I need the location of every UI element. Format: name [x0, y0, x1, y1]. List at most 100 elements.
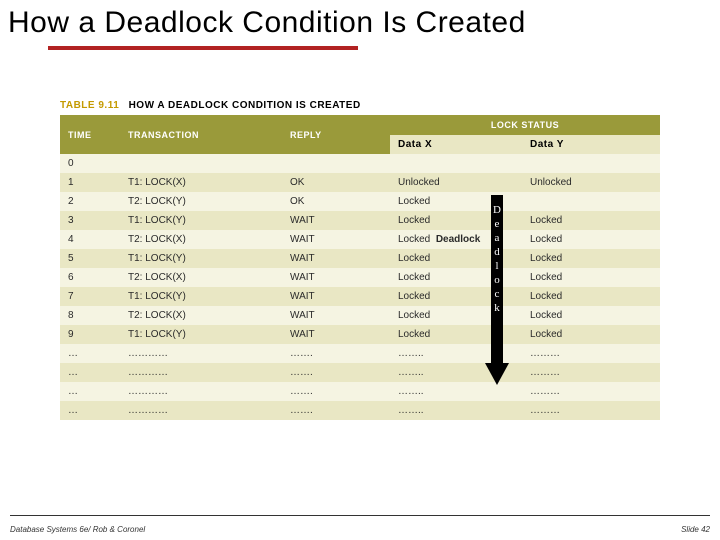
cell-transaction: …………	[120, 363, 282, 382]
table-row: 6T2: LOCK(X)WAITLockedLocked	[60, 268, 660, 287]
cell-lock-x: ……..	[390, 363, 522, 382]
cell-transaction: T2: LOCK(X)	[120, 268, 282, 287]
cell-lock-x: Locked	[390, 306, 522, 325]
col-reply: REPLY	[282, 115, 390, 154]
cell-transaction: T1: LOCK(Y)	[120, 325, 282, 344]
cell-time: 5	[60, 249, 120, 268]
slide-footer: Database Systems 6e/ Rob & Coronel Slide…	[0, 525, 720, 534]
cell-time: …	[60, 382, 120, 401]
cell-time: …	[60, 363, 120, 382]
cell-time: 1	[60, 173, 120, 192]
cell-lock-x: Locked	[390, 192, 522, 211]
cell-transaction	[120, 154, 282, 173]
cell-reply: …….	[282, 344, 390, 363]
table-row: 0	[60, 154, 660, 173]
cell-lock-x: Unlocked	[390, 173, 522, 192]
slide-title: How a Deadlock Condition Is Created	[0, 0, 720, 42]
cell-transaction: …………	[120, 344, 282, 363]
cell-time: …	[60, 344, 120, 363]
table-number: TABLE 9.11	[60, 100, 119, 111]
footer-left: Database Systems 6e/ Rob & Coronel	[10, 525, 145, 534]
cell-time: 6	[60, 268, 120, 287]
cell-reply: …….	[282, 363, 390, 382]
cell-time: 3	[60, 211, 120, 230]
table-row: ………………….……..………	[60, 363, 660, 382]
cell-lock-y: Locked	[522, 211, 660, 230]
cell-lock-y: Unlocked	[522, 173, 660, 192]
cell-reply: …….	[282, 382, 390, 401]
cell-transaction: T2: LOCK(X)	[120, 230, 282, 249]
table-row: 7T1: LOCK(Y)WAITLockedLocked	[60, 287, 660, 306]
cell-lock-x: Locked Deadlock	[390, 230, 522, 249]
table-caption-text: HOW A DEADLOCK CONDITION IS CREATED	[129, 100, 361, 111]
cell-lock-x: ……..	[390, 382, 522, 401]
cell-lock-y: ………	[522, 382, 660, 401]
cell-time: 4	[60, 230, 120, 249]
header-row-1: TIME TRANSACTION REPLY LOCK STATUS	[60, 115, 660, 135]
col-datay: Data Y	[522, 135, 660, 154]
cell-reply: WAIT	[282, 230, 390, 249]
footer-right: Slide 42	[681, 525, 710, 534]
cell-lock-x: Locked	[390, 249, 522, 268]
cell-reply: WAIT	[282, 211, 390, 230]
cell-transaction: T2: LOCK(Y)	[120, 192, 282, 211]
cell-transaction: T1: LOCK(Y)	[120, 287, 282, 306]
cell-lock-y: Locked	[522, 249, 660, 268]
deadlock-table: TIME TRANSACTION REPLY LOCK STATUS Data …	[60, 115, 660, 420]
cell-transaction: …………	[120, 382, 282, 401]
cell-time: 2	[60, 192, 120, 211]
table-row: 3T1: LOCK(Y)WAITLockedLocked	[60, 211, 660, 230]
table-container: TABLE 9.11 HOW A DEADLOCK CONDITION IS C…	[60, 100, 660, 420]
cell-lock-y: Locked	[522, 306, 660, 325]
cell-transaction: T1: LOCK(X)	[120, 173, 282, 192]
cell-reply: WAIT	[282, 268, 390, 287]
cell-lock-x: ……..	[390, 401, 522, 420]
cell-transaction: T1: LOCK(Y)	[120, 211, 282, 230]
col-transaction: TRANSACTION	[120, 115, 282, 154]
cell-reply: WAIT	[282, 325, 390, 344]
cell-lock-y: Locked	[522, 230, 660, 249]
cell-lock-y: ………	[522, 363, 660, 382]
cell-lock-y	[522, 154, 660, 173]
cell-lock-y	[522, 192, 660, 211]
table-row: 5T1: LOCK(Y)WAITLockedLocked	[60, 249, 660, 268]
table-row: 2T2: LOCK(Y)OKLocked	[60, 192, 660, 211]
cell-lock-x: Locked	[390, 287, 522, 306]
table-row: 1T1: LOCK(X)OKUnlockedUnlocked	[60, 173, 660, 192]
cell-lock-x: Locked	[390, 268, 522, 287]
table-row: 4T2: LOCK(X)WAITLocked DeadlockLocked	[60, 230, 660, 249]
cell-time: 8	[60, 306, 120, 325]
cell-lock-y: Locked	[522, 268, 660, 287]
title-underline	[48, 46, 358, 50]
table-row: 9T1: LOCK(Y)WAITLockedLocked	[60, 325, 660, 344]
cell-reply: OK	[282, 173, 390, 192]
cell-lock-x: Locked	[390, 325, 522, 344]
cell-reply: WAIT	[282, 287, 390, 306]
cell-time: …	[60, 401, 120, 420]
cell-lock-x: ……..	[390, 344, 522, 363]
table-caption: TABLE 9.11 HOW A DEADLOCK CONDITION IS C…	[60, 100, 660, 111]
cell-lock-x: Locked	[390, 211, 522, 230]
cell-reply: OK	[282, 192, 390, 211]
col-datax: Data X	[390, 135, 522, 154]
table-body: 01T1: LOCK(X)OKUnlockedUnlocked2T2: LOCK…	[60, 154, 660, 420]
table-row: ………………….……..………	[60, 401, 660, 420]
cell-lock-y: ………	[522, 401, 660, 420]
cell-lock-x	[390, 154, 522, 173]
cell-transaction: T2: LOCK(X)	[120, 306, 282, 325]
cell-reply: …….	[282, 401, 390, 420]
cell-reply: WAIT	[282, 306, 390, 325]
cell-time: 0	[60, 154, 120, 173]
table-row: ………………….……..………	[60, 344, 660, 363]
cell-time: 7	[60, 287, 120, 306]
cell-reply: WAIT	[282, 249, 390, 268]
table-row: ………………….……..………	[60, 382, 660, 401]
col-time: TIME	[60, 115, 120, 154]
cell-reply	[282, 154, 390, 173]
cell-time: 9	[60, 325, 120, 344]
footer-divider	[10, 515, 710, 516]
cell-lock-y: Locked	[522, 325, 660, 344]
col-lockstatus: LOCK STATUS	[390, 115, 660, 135]
cell-lock-y: ………	[522, 344, 660, 363]
cell-lock-y: Locked	[522, 287, 660, 306]
